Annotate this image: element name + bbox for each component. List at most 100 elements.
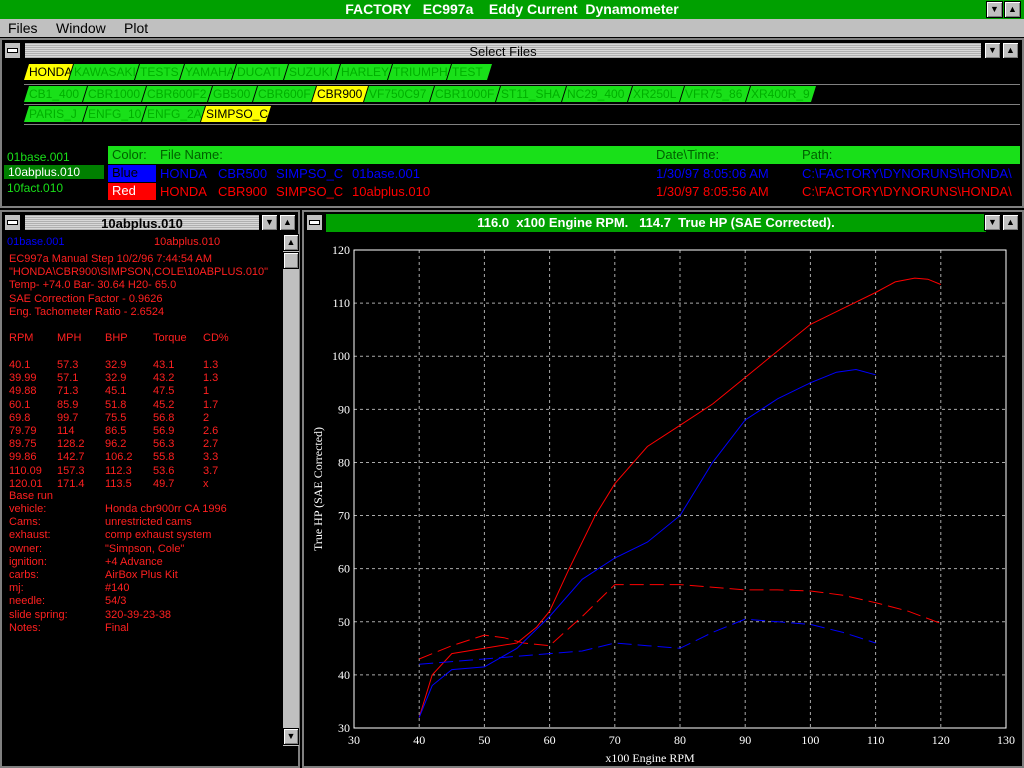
col-date: Date\Time:	[656, 147, 720, 162]
note-key: mj:	[9, 582, 24, 595]
table-cell: 56.3	[153, 438, 175, 451]
file-list-item[interactable]: 01base.001	[7, 150, 70, 164]
y-tick-label: 60	[338, 562, 350, 576]
file-tab[interactable]: HARLEY	[336, 64, 392, 80]
file-tab[interactable]: XR400R_9	[746, 86, 816, 102]
system-menu-icon[interactable]	[4, 214, 21, 231]
maximize-button[interactable]: ▲	[1002, 42, 1019, 59]
run-header-line: SAE Correction Factor - 0.9626	[9, 292, 163, 305]
table-row: 49.88 71.3 45.1 47.5 1	[9, 385, 279, 398]
table-cell: 3.7	[203, 464, 219, 477]
table-cell: 106.2	[105, 451, 133, 464]
col-path: Path:	[802, 147, 833, 162]
note-row: exhaust: comp exhaust system	[9, 529, 279, 542]
file-tab[interactable]: TEST	[447, 64, 492, 80]
scroll-down-arrow-icon[interactable]: ▼	[283, 728, 299, 745]
file-list-item-selected[interactable]: 10abplus.010	[4, 165, 104, 179]
x-tick-label: 90	[739, 733, 751, 747]
table-cell: 85.9	[57, 398, 79, 411]
table-cell: 49.7	[153, 477, 175, 490]
system-menu-icon[interactable]	[306, 214, 323, 231]
note-value: comp exhaust system	[105, 529, 212, 542]
x-tick-label: 50	[478, 733, 490, 747]
file-table-row[interactable]: Red HONDA CBR900 SIMPSO_C 10abplus.010 1…	[108, 183, 1020, 201]
plot-frame	[353, 249, 1007, 729]
table-cell: 157.3	[57, 464, 85, 477]
table-cell: 3.3	[203, 451, 219, 464]
file-list-item[interactable]: 10fact.010	[7, 181, 63, 195]
file-table-row[interactable]: Blue HONDA CBR500 SIMPSO_C 01base.001 1/…	[108, 165, 1020, 183]
table-cell: 96.2	[105, 438, 127, 451]
table-cell: 110.09	[9, 464, 42, 477]
table-row: 110.09 157.3 112.3 53.6 3.7	[9, 465, 279, 478]
system-menu-icon[interactable]	[4, 42, 21, 59]
x-tick-label: 70	[609, 733, 621, 747]
file-tab[interactable]: YAMAHA	[180, 64, 236, 80]
menu-plot[interactable]: Plot	[124, 20, 148, 36]
file-tab[interactable]: TRIUMPH	[388, 64, 451, 80]
maximize-button[interactable]: ▲	[279, 214, 296, 231]
file-tab[interactable]: CBR600F2	[142, 86, 212, 102]
note-row: Notes: Final	[9, 622, 279, 635]
x-tick-label: 40	[413, 733, 425, 747]
y-tick-label: 90	[338, 402, 350, 416]
file-tab[interactable]: CBR600F	[253, 86, 316, 102]
maximize-button[interactable]: ▲	[1004, 1, 1021, 18]
file-tab[interactable]: VFR75_86	[680, 86, 750, 102]
table-cell: 43.2	[153, 372, 175, 385]
app-title: FACTORY EC997a Eddy Current Dynamometer	[345, 1, 679, 17]
file-tab[interactable]: TESTS	[135, 64, 184, 80]
table-cell: 99.7	[57, 411, 79, 424]
vertical-scrollbar[interactable]: ▲ ▼	[282, 234, 299, 746]
file-tab[interactable]: GB500	[208, 86, 257, 102]
file-tab[interactable]: VF750C97	[364, 86, 434, 102]
file-tab[interactable]: ENFG_2A	[142, 106, 205, 122]
menu-window[interactable]: Window	[56, 20, 106, 36]
file-tab[interactable]: CB1_400	[24, 86, 87, 102]
file-tab[interactable]: PARIS_J	[24, 106, 87, 122]
file-tab[interactable]: ST11_SHA	[496, 86, 566, 102]
x-tick-label: 60	[544, 733, 556, 747]
menu-files[interactable]: Files	[8, 20, 38, 36]
table-cell: 55.8	[153, 451, 175, 464]
scroll-thumb[interactable]	[283, 252, 299, 269]
note-row: Cams: unrestricted cams	[9, 516, 279, 529]
note-key: ignition:	[9, 555, 47, 568]
file-tab[interactable]: CBR1000F	[430, 86, 500, 102]
minimize-button[interactable]: ▼	[984, 42, 1001, 59]
file-tab[interactable]: HONDA	[24, 64, 73, 80]
file-tab[interactable]: CBR900	[312, 86, 368, 102]
note-key: slide spring:	[9, 608, 68, 621]
file-tab[interactable]: KAWASAKI	[69, 64, 139, 80]
x-axis-label: x100 Engine RPM	[605, 751, 695, 765]
table-cell: 128.2	[57, 438, 85, 451]
maximize-button[interactable]: ▲	[1002, 214, 1019, 231]
file-tab[interactable]: NC29_400	[562, 86, 632, 102]
minimize-button[interactable]: ▼	[261, 214, 278, 231]
minimize-button[interactable]: ▼	[986, 1, 1003, 18]
table-row: 79.79 114 86.5 56.9 2.6	[9, 425, 279, 438]
table-cell: 112.3	[105, 464, 132, 477]
table-header-row: RPM MPH BHP Torque CD%	[9, 332, 229, 344]
run-header: EC997a Manual Step 10/2/96 7:44:54 AM "HO…	[9, 253, 268, 319]
table-cell: 57.1	[57, 372, 79, 385]
file-tab[interactable]: SUZUKI	[284, 64, 340, 80]
y-tick-label: 110	[332, 296, 350, 310]
scroll-up-arrow-icon[interactable]: ▲	[283, 234, 299, 251]
file-tab[interactable]: CBR1000	[83, 86, 146, 102]
table-cell: 71.3	[57, 385, 79, 398]
file-tab[interactable]: DUCATI	[232, 64, 288, 80]
table-cell: x	[203, 477, 209, 490]
table-cell: 79.79	[9, 425, 37, 437]
table-cell: 113.5	[105, 477, 132, 490]
note-value: AirBox Plus Kit	[105, 569, 178, 581]
compare-tab-blue[interactable]: 01base.001	[7, 236, 65, 248]
plot-window: 116.0 x100 Engine RPM. 114.7 True HP (SA…	[302, 210, 1024, 768]
note-key: vehicle:	[9, 503, 47, 515]
table-cell: 32.9	[105, 372, 127, 385]
minimize-button[interactable]: ▼	[984, 214, 1001, 231]
file-tab[interactable]: XR250L	[628, 86, 684, 102]
file-tab[interactable]: ENFG_10	[83, 106, 146, 122]
file-tab[interactable]: SIMPSO_C	[201, 106, 271, 122]
compare-tab-red[interactable]: 10abplus.010	[154, 236, 220, 248]
